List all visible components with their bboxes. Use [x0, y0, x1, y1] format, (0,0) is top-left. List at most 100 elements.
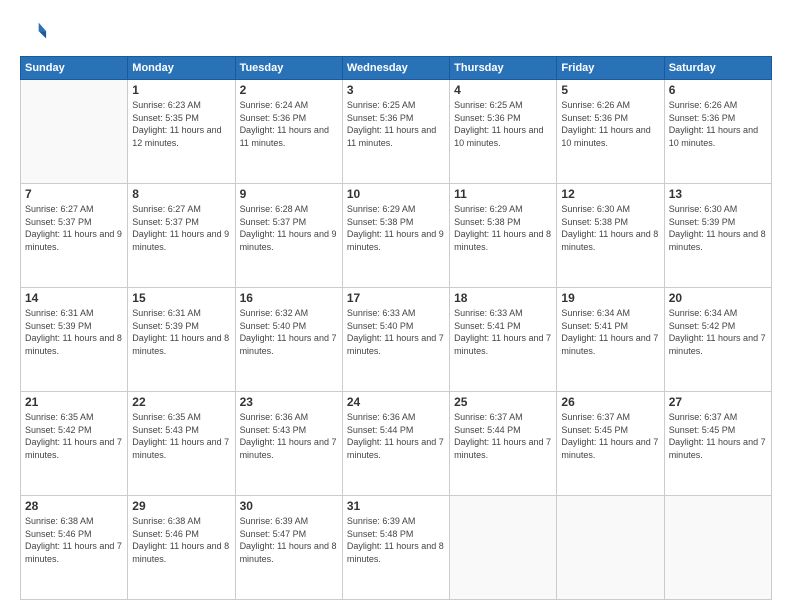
calendar-cell: 31Sunrise: 6:39 AMSunset: 5:48 PMDayligh… [342, 496, 449, 600]
cell-info: Sunrise: 6:38 AMSunset: 5:46 PMDaylight:… [132, 515, 230, 565]
calendar-cell: 27Sunrise: 6:37 AMSunset: 5:45 PMDayligh… [664, 392, 771, 496]
cell-info: Sunrise: 6:32 AMSunset: 5:40 PMDaylight:… [240, 307, 338, 357]
cell-info: Sunrise: 6:29 AMSunset: 5:38 PMDaylight:… [347, 203, 445, 253]
day-number: 17 [347, 291, 445, 305]
calendar-cell [450, 496, 557, 600]
calendar-cell: 12Sunrise: 6:30 AMSunset: 5:38 PMDayligh… [557, 184, 664, 288]
calendar-cell: 20 Sunrise: 6:34 AMSunset: 5:42 PMDayligh… [664, 288, 771, 392]
calendar-cell: 18Sunrise: 6:33 AMSunset: 5:41 PMDayligh… [450, 288, 557, 392]
day-number: 3 [347, 83, 445, 97]
cell-info: Sunrise: 6:37 AMSunset: 5:45 PMDaylight:… [561, 411, 659, 461]
cell-info: Sunrise: 6:34 AMSunset: 5:42 PMDaylight:… [669, 307, 767, 357]
day-number: 28 [25, 499, 123, 513]
calendar-cell: 10 Sunrise: 6:29 AMSunset: 5:38 PMDayligh… [342, 184, 449, 288]
col-header-sunday: Sunday [21, 57, 128, 80]
calendar-cell: 25Sunrise: 6:37 AMSunset: 5:44 PMDayligh… [450, 392, 557, 496]
day-number: 5 [561, 83, 659, 97]
col-header-friday: Friday [557, 57, 664, 80]
day-number: 4 [454, 83, 552, 97]
cell-info: Sunrise: 6:34 AMSunset: 5:41 PMDaylight:… [561, 307, 659, 357]
calendar-week-0: 1 Sunrise: 6:23 AMSunset: 5:35 PMDaylight… [21, 80, 772, 184]
day-number: 15 [132, 291, 230, 305]
calendar-cell: 4 Sunrise: 6:25 AMSunset: 5:36 PMDaylight… [450, 80, 557, 184]
calendar-week-1: 7 Sunrise: 6:27 AMSunset: 5:37 PMDaylight… [21, 184, 772, 288]
col-header-monday: Monday [128, 57, 235, 80]
calendar-table: SundayMondayTuesdayWednesdayThursdayFrid… [20, 56, 772, 600]
col-header-thursday: Thursday [450, 57, 557, 80]
cell-info: Sunrise: 6:36 AMSunset: 5:44 PMDaylight:… [347, 411, 445, 461]
page: SundayMondayTuesdayWednesdayThursdayFrid… [0, 0, 792, 612]
col-header-tuesday: Tuesday [235, 57, 342, 80]
day-number: 26 [561, 395, 659, 409]
cell-info: Sunrise: 6:26 AMSunset: 5:36 PMDaylight:… [669, 99, 767, 149]
day-number: 29 [132, 499, 230, 513]
calendar-cell: 17 Sunrise: 6:33 AMSunset: 5:40 PMDayligh… [342, 288, 449, 392]
col-header-saturday: Saturday [664, 57, 771, 80]
calendar-cell: 14Sunrise: 6:31 AMSunset: 5:39 PMDayligh… [21, 288, 128, 392]
calendar-cell: 19 Sunrise: 6:34 AMSunset: 5:41 PMDayligh… [557, 288, 664, 392]
cell-info: Sunrise: 6:36 AMSunset: 5:43 PMDaylight:… [240, 411, 338, 461]
day-number: 18 [454, 291, 552, 305]
calendar-cell: 1 Sunrise: 6:23 AMSunset: 5:35 PMDaylight… [128, 80, 235, 184]
day-number: 19 [561, 291, 659, 305]
day-number: 16 [240, 291, 338, 305]
calendar-cell: 6Sunrise: 6:26 AMSunset: 5:36 PMDaylight… [664, 80, 771, 184]
cell-info: Sunrise: 6:35 AMSunset: 5:42 PMDaylight:… [25, 411, 123, 461]
logo-icon [20, 18, 48, 46]
calendar-cell: 2 Sunrise: 6:24 AMSunset: 5:36 PMDaylight… [235, 80, 342, 184]
col-header-wednesday: Wednesday [342, 57, 449, 80]
calendar-cell: 11 Sunrise: 6:29 AMSunset: 5:38 PMDayligh… [450, 184, 557, 288]
day-number: 27 [669, 395, 767, 409]
cell-info: Sunrise: 6:25 AMSunset: 5:36 PMDaylight:… [454, 99, 552, 149]
calendar-cell: 30 Sunrise: 6:39 AMSunset: 5:47 PMDayligh… [235, 496, 342, 600]
calendar-cell: 28 Sunrise: 6:38 AMSunset: 5:46 PMDayligh… [21, 496, 128, 600]
day-number: 23 [240, 395, 338, 409]
day-number: 2 [240, 83, 338, 97]
day-number: 1 [132, 83, 230, 97]
calendar-cell: 26 Sunrise: 6:37 AMSunset: 5:45 PMDayligh… [557, 392, 664, 496]
day-number: 21 [25, 395, 123, 409]
day-number: 30 [240, 499, 338, 513]
calendar-cell [664, 496, 771, 600]
calendar-cell: 24Sunrise: 6:36 AMSunset: 5:44 PMDayligh… [342, 392, 449, 496]
calendar-cell: 21 Sunrise: 6:35 AMSunset: 5:42 PMDayligh… [21, 392, 128, 496]
calendar-week-2: 14Sunrise: 6:31 AMSunset: 5:39 PMDayligh… [21, 288, 772, 392]
calendar-cell: 23 Sunrise: 6:36 AMSunset: 5:43 PMDayligh… [235, 392, 342, 496]
cell-info: Sunrise: 6:31 AMSunset: 5:39 PMDaylight:… [25, 307, 123, 357]
cell-info: Sunrise: 6:37 AMSunset: 5:44 PMDaylight:… [454, 411, 552, 461]
calendar-header-row: SundayMondayTuesdayWednesdayThursdayFrid… [21, 57, 772, 80]
calendar-cell [557, 496, 664, 600]
logo [20, 18, 52, 46]
calendar-cell: 16 Sunrise: 6:32 AMSunset: 5:40 PMDayligh… [235, 288, 342, 392]
calendar-cell: 15 Sunrise: 6:31 AMSunset: 5:39 PMDayligh… [128, 288, 235, 392]
day-number: 10 [347, 187, 445, 201]
calendar-cell [21, 80, 128, 184]
cell-info: Sunrise: 6:39 AMSunset: 5:47 PMDaylight:… [240, 515, 338, 565]
calendar-cell: 13Sunrise: 6:30 AMSunset: 5:39 PMDayligh… [664, 184, 771, 288]
day-number: 9 [240, 187, 338, 201]
day-number: 13 [669, 187, 767, 201]
day-number: 11 [454, 187, 552, 201]
day-number: 22 [132, 395, 230, 409]
calendar-cell: 8Sunrise: 6:27 AMSunset: 5:37 PMDaylight… [128, 184, 235, 288]
cell-info: Sunrise: 6:25 AMSunset: 5:36 PMDaylight:… [347, 99, 445, 149]
cell-info: Sunrise: 6:35 AMSunset: 5:43 PMDaylight:… [132, 411, 230, 461]
cell-info: Sunrise: 6:38 AMSunset: 5:46 PMDaylight:… [25, 515, 123, 565]
cell-info: Sunrise: 6:26 AMSunset: 5:36 PMDaylight:… [561, 99, 659, 149]
cell-info: Sunrise: 6:33 AMSunset: 5:40 PMDaylight:… [347, 307, 445, 357]
calendar-week-4: 28 Sunrise: 6:38 AMSunset: 5:46 PMDayligh… [21, 496, 772, 600]
cell-info: Sunrise: 6:23 AMSunset: 5:35 PMDaylight:… [132, 99, 230, 149]
calendar-cell: 29 Sunrise: 6:38 AMSunset: 5:46 PMDayligh… [128, 496, 235, 600]
header [20, 18, 772, 46]
calendar-cell: 9 Sunrise: 6:28 AMSunset: 5:37 PMDaylight… [235, 184, 342, 288]
cell-info: Sunrise: 6:27 AMSunset: 5:37 PMDaylight:… [25, 203, 123, 253]
cell-info: Sunrise: 6:24 AMSunset: 5:36 PMDaylight:… [240, 99, 338, 149]
day-number: 31 [347, 499, 445, 513]
day-number: 20 [669, 291, 767, 305]
calendar-cell: 22 Sunrise: 6:35 AMSunset: 5:43 PMDayligh… [128, 392, 235, 496]
day-number: 8 [132, 187, 230, 201]
cell-info: Sunrise: 6:31 AMSunset: 5:39 PMDaylight:… [132, 307, 230, 357]
cell-info: Sunrise: 6:29 AMSunset: 5:38 PMDaylight:… [454, 203, 552, 253]
cell-info: Sunrise: 6:28 AMSunset: 5:37 PMDaylight:… [240, 203, 338, 253]
day-number: 7 [25, 187, 123, 201]
